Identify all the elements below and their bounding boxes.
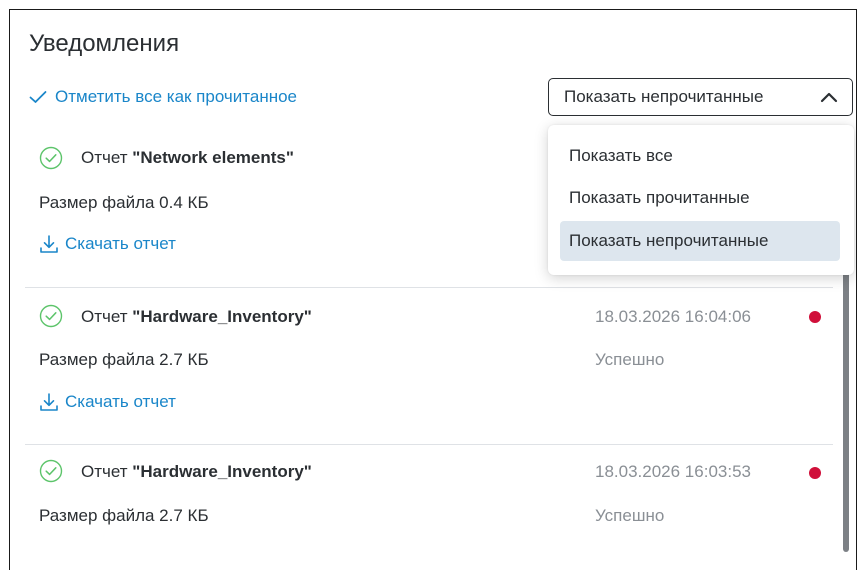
report-item: Отчет "Hardware_Inventory" 18.03.2026 16… (25, 298, 843, 443)
report-name: Отчет "Network elements" (81, 148, 294, 168)
report-name: Отчет "Hardware_Inventory" (81, 307, 312, 327)
report-status: Успешно (595, 506, 665, 525)
chevron-up-icon (820, 92, 838, 103)
report-status: Успешно (595, 350, 665, 369)
check-circle-icon (39, 304, 63, 328)
report-title: "Hardware_Inventory" (132, 462, 312, 481)
panel-title: Уведомления (29, 30, 180, 57)
filter-option-read[interactable]: Показать прочитанные (560, 178, 840, 218)
download-label: Скачать отчет (65, 234, 176, 253)
report-file-size: Размер файла 2.7 КБ (39, 350, 209, 369)
report-prefix: Отчет (81, 462, 128, 481)
mark-all-read-label: Отметить все как прочитанное (55, 87, 298, 106)
report-file-size: Размер файла 2.7 КБ (39, 506, 209, 525)
filter-option-all[interactable]: Показать все (560, 136, 840, 176)
check-circle-icon (39, 146, 63, 170)
report-title: "Network elements" (132, 148, 294, 167)
report-prefix: Отчет (81, 307, 128, 326)
download-report-link[interactable]: Скачать отчет (39, 234, 176, 254)
report-title: "Hardware_Inventory" (132, 307, 312, 326)
mark-all-read-button[interactable]: Отметить все как прочитанное (29, 87, 297, 107)
check-circle-icon (39, 459, 63, 483)
download-icon (40, 393, 58, 411)
download-report-link[interactable]: Скачать отчет (39, 392, 176, 412)
unread-indicator[interactable] (809, 311, 821, 323)
filter-select[interactable]: Показать непрочитанные (548, 78, 853, 116)
report-file-size: Размер файла 0.4 КБ (39, 193, 209, 212)
unread-indicator[interactable] (809, 467, 821, 479)
report-item: Отчет "Hardware_Inventory" 18.03.2026 16… (25, 455, 843, 555)
check-icon (29, 91, 47, 103)
download-label: Скачать отчет (65, 392, 176, 411)
divider (25, 444, 833, 445)
filter-dropdown-menu: Показать все Показать прочитанные Показа… (548, 125, 854, 275)
report-name: Отчет "Hardware_Inventory" (81, 462, 312, 482)
report-prefix: Отчет (81, 148, 128, 167)
filter-option-unread[interactable]: Показать непрочитанные (560, 221, 840, 261)
scrollbar[interactable] (843, 264, 849, 552)
report-timestamp: 18.03.2026 16:03:53 (595, 462, 751, 481)
filter-selected-value: Показать непрочитанные (564, 87, 764, 106)
report-timestamp: 18.03.2026 16:04:06 (595, 307, 751, 326)
divider (25, 287, 833, 288)
download-icon (40, 235, 58, 253)
